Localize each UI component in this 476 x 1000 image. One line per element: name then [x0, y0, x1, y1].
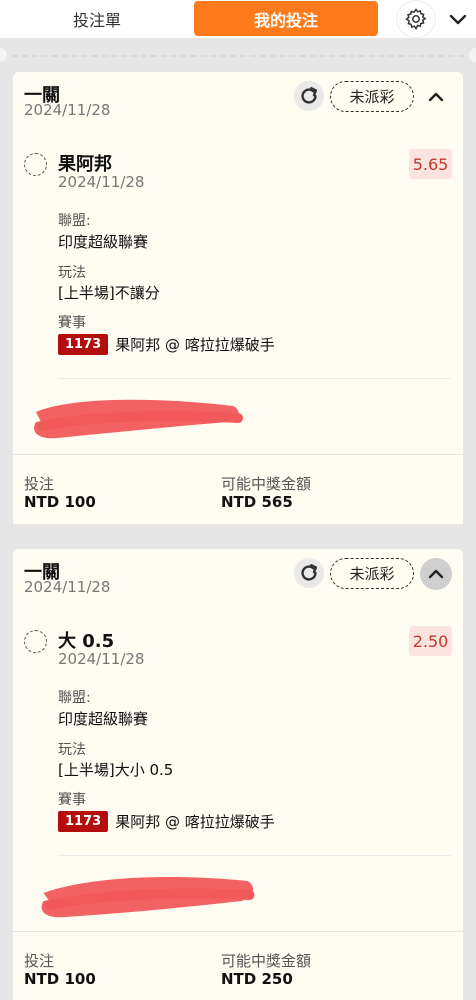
- refresh-button[interactable]: [294, 558, 324, 588]
- refresh-icon: [301, 87, 318, 104]
- gear-icon: [405, 8, 427, 30]
- potential-win-value: NTD 565: [221, 493, 293, 511]
- league-value: 印度超級聯賽: [58, 233, 149, 251]
- potential-win-label: 可能中獎金額: [221, 475, 312, 493]
- chevron-up-icon: [428, 569, 444, 579]
- dashed-separator: [0, 38, 476, 68]
- league-label: 聯盟:: [58, 690, 91, 706]
- bet-card: 一關 2024/11/28 未派彩 大 0.5 2024/11/28 2.50 …: [13, 549, 463, 1000]
- settings-button[interactable]: [397, 1, 435, 37]
- event-id-badge: 1173: [58, 811, 109, 832]
- event-row: 1173 果阿邦 @ 喀拉拉爆破手: [58, 334, 275, 355]
- refresh-button[interactable]: [294, 81, 324, 111]
- tab-my-bets[interactable]: 我的投注: [194, 1, 378, 36]
- bet-card: 一關 2024/11/28 未派彩 果阿邦 2024/11/28 5.65 聯盟…: [13, 72, 463, 524]
- chevron-down-icon: [449, 14, 467, 25]
- event-label: 賽事: [58, 792, 86, 808]
- league-value: 印度超級聯賽: [58, 710, 149, 728]
- chevron-up-icon: [428, 92, 444, 102]
- event-label: 賽事: [58, 315, 86, 331]
- potential-win-value: NTD 250: [221, 970, 293, 988]
- status-badge: 未派彩: [330, 558, 414, 589]
- odds-badge: 5.65: [409, 149, 452, 179]
- potential-win-label: 可能中獎金額: [221, 952, 312, 970]
- play-label: 玩法: [58, 742, 86, 758]
- odds-badge: 2.50: [409, 626, 452, 656]
- league-label: 聯盟:: [58, 213, 91, 229]
- bet-summary: 投注 NTD 100 可能中獎金額 NTD 565: [13, 454, 463, 524]
- stake-label: 投注: [24, 952, 55, 970]
- divider: [58, 378, 451, 379]
- redaction-scribble: [41, 877, 255, 918]
- status-badge: 未派彩: [330, 81, 414, 112]
- stake-label: 投注: [24, 475, 55, 493]
- bet-summary: 投注 NTD 100 可能中獎金額 NTD 250: [13, 931, 463, 1000]
- selection-date: 2024/11/28: [58, 173, 145, 191]
- event-row: 1173 果阿邦 @ 喀拉拉爆破手: [58, 811, 275, 832]
- event-name: 果阿邦 @ 喀拉拉爆破手: [115, 336, 275, 354]
- stake-value: NTD 100: [24, 970, 96, 988]
- collapse-panel-button[interactable]: [444, 4, 472, 34]
- event-name: 果阿邦 @ 喀拉拉爆破手: [115, 813, 275, 831]
- play-value: [上半場]不讓分: [58, 284, 160, 302]
- toggle-details-button[interactable]: [420, 81, 452, 113]
- play-label: 玩法: [58, 265, 86, 281]
- stake-value: NTD 100: [24, 493, 96, 511]
- tab-bet-slip[interactable]: 投注單: [22, 2, 172, 36]
- selection-date: 2024/11/28: [58, 650, 145, 668]
- selection-radio[interactable]: [24, 153, 47, 176]
- redaction-scribble: [34, 399, 243, 439]
- divider: [58, 855, 451, 856]
- bet-date: 2024/11/28: [24, 101, 111, 119]
- selection-radio[interactable]: [24, 630, 47, 653]
- toggle-details-button[interactable]: [420, 558, 452, 590]
- bet-date: 2024/11/28: [24, 578, 111, 596]
- top-bar: 投注單 我的投注: [0, 0, 476, 38]
- play-value: [上半場]大小 0.5: [58, 761, 174, 779]
- event-id-badge: 1173: [58, 334, 109, 355]
- refresh-icon: [301, 564, 318, 581]
